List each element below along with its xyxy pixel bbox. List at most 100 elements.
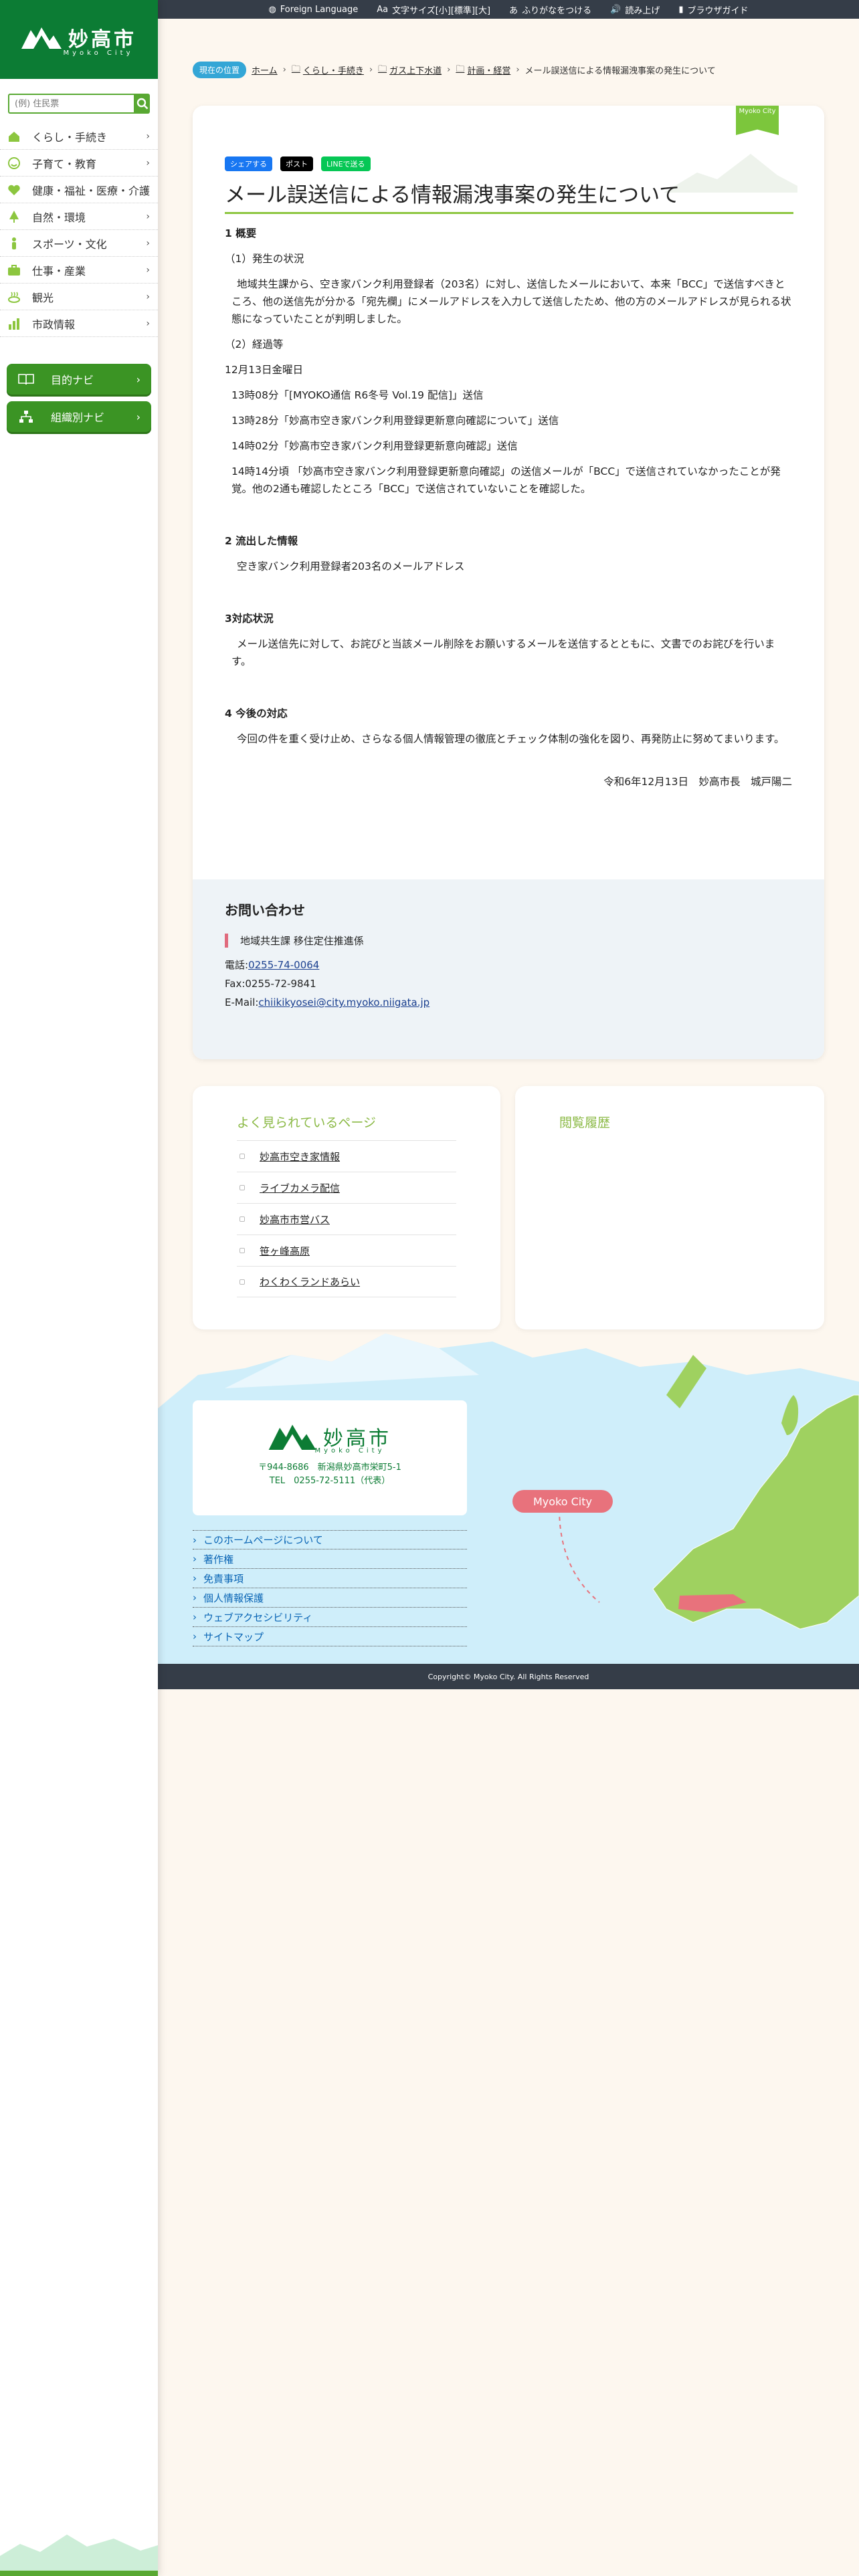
breadcrumb-separator: › (282, 65, 286, 75)
breadcrumb-here-label: 現在の位置 (193, 62, 247, 78)
list-item: ライブカメラ配信 (237, 1172, 456, 1203)
search-input[interactable] (8, 94, 135, 114)
furigana-toggle[interactable]: あふりがなをつける (509, 3, 591, 16)
chevron-right-icon: › (146, 291, 150, 302)
popular-link[interactable]: 妙高市市営バス (260, 1212, 330, 1226)
house-icon (7, 129, 21, 144)
popular-title: よく見られているページ (237, 1115, 377, 1130)
page-title: メール誤送信による情報漏洩事案の発生について (225, 178, 793, 214)
x-post-button[interactable]: ポスト (280, 156, 313, 171)
share-buttons: シェアする ポスト LINEで送る (225, 156, 371, 171)
chevron-right-icon: › (193, 1572, 197, 1584)
guide-icon: ▮ (678, 4, 684, 15)
breadcrumb-separator: › (369, 65, 373, 75)
footer-link[interactable]: › 個人情報保護 (193, 1588, 467, 1608)
chevron-right-icon: › (146, 237, 150, 249)
font-size-control[interactable]: Aa 文字サイズ[小][標準][大] (377, 3, 490, 16)
footer-link[interactable]: › 著作権 (193, 1549, 467, 1569)
myoko-city-flag: Myoko City (736, 106, 779, 135)
font-size-icon: Aa (377, 4, 389, 15)
line-share-button[interactable]: LINEで送る (321, 156, 371, 171)
subsection-heading: （2）経過等 (225, 338, 284, 350)
phone-link[interactable]: 0255-74-0064 (248, 959, 319, 971)
page-icon (240, 1279, 245, 1285)
menu-item-shizen[interactable]: 自然・環境 › (0, 203, 158, 230)
menu-item-kosodate[interactable]: 子育て・教育 › (0, 150, 158, 177)
folder-icon: 🗀 (456, 64, 465, 74)
list-item: 妙高市市営バス (237, 1203, 456, 1235)
map-city-tag: Myoko City (512, 1490, 613, 1513)
page-icon (240, 1154, 245, 1159)
menu-item-shisei[interactable]: 市政情報 › (0, 310, 158, 337)
tree-icon (7, 209, 21, 224)
date-line: 12月13日金曜日 (225, 364, 303, 376)
chevron-right-icon: › (146, 318, 150, 329)
search-button[interactable] (135, 94, 150, 114)
breadcrumb-kurashi[interactable]: 🗀 くらし・手続き (292, 63, 364, 78)
foreign-language-link[interactable]: ◍ Foreign Language (268, 5, 358, 15)
footer-link[interactable]: › 免責事項 (193, 1569, 467, 1588)
site-subname: Myoko City (63, 49, 134, 57)
section-heading: 1 概要 (225, 227, 257, 239)
chevron-right-icon: › (193, 1611, 197, 1623)
book-icon (17, 373, 35, 385)
main-menu: くらし・手続き › 子育て・教育 › 健康・福祉・医療・介護 自然・環境 › スポーツ… (0, 123, 158, 337)
signature-line: 令和6年12月13日 妙高市長 城戸陽二 (603, 776, 792, 788)
breadcrumb-plan[interactable]: 🗀 計画・経営 (456, 63, 510, 78)
globe-icon: ◍ (268, 4, 276, 15)
page-icon (240, 1185, 245, 1190)
chevron-right-icon: › (146, 211, 150, 222)
timeline-item: 14時02分「妙高市空き家バンク利用登録更新意向確認」送信 (231, 440, 518, 452)
section-heading: 3対応状況 (225, 613, 274, 625)
footer-link[interactable]: › サイトマップ (193, 1627, 467, 1646)
menu-item-kanko[interactable]: 観光 › (0, 284, 158, 310)
paragraph: 地域共生課から、空き家バンク利用登録者（203名）に対し、送信したメールにおいて… (231, 278, 791, 325)
onsen-icon (7, 290, 21, 304)
popular-link[interactable]: ライブカメラ配信 (260, 1181, 340, 1195)
org-navi-button[interactable]: 組織別ナビ › (7, 401, 151, 432)
browsing-history-panel: 閲覧履歴 (515, 1086, 824, 1329)
popular-pages-panel: よく見られているページ 妙高市空き家情報 ライブカメラ配信 妙高市市営バス 笹ヶ… (193, 1086, 500, 1329)
chevron-right-icon: › (193, 1533, 197, 1546)
contact-box: お問い合わせ 地域共生課 移住定住推進係 電話:0255-74-0064 Fax… (193, 879, 824, 1059)
chevron-right-icon: › (193, 1592, 197, 1604)
breadcrumb-current: メール誤送信による情報漏洩事案の発生について (524, 66, 716, 76)
popular-link[interactable]: わくわくランドあらい (260, 1275, 360, 1289)
history-title: 閲覧履歴 (559, 1115, 611, 1130)
subsection-heading: （1）発生の状況 (225, 253, 304, 265)
breadcrumb: 現在の位置 ホーム › 🗀 くらし・手続き › 🗀 ガス上下水道 › 🗀 計画・経営 … (193, 62, 795, 78)
contact-title: お問い合わせ (225, 902, 305, 918)
popular-link[interactable]: 笹ヶ峰高原 (260, 1244, 310, 1258)
menu-item-kenko[interactable]: 健康・福祉・医療・介護 (0, 177, 158, 203)
facebook-share-button[interactable]: シェアする (225, 156, 272, 171)
breadcrumb-home[interactable]: ホーム (252, 64, 278, 76)
purpose-navi-button[interactable]: 目的ナビ › (7, 364, 151, 395)
menu-item-kurashi[interactable]: くらし・手続き › (0, 123, 158, 150)
breadcrumb-gas-water[interactable]: 🗀 ガス上下水道 (378, 63, 442, 78)
timeline-item: 13時08分「[MYOKO通信 R6冬号 Vol.19 配信]」送信 (231, 389, 484, 401)
org-chart-icon (17, 410, 35, 423)
search-icon (136, 98, 149, 110)
mountain-logo-icon (21, 27, 62, 49)
footer-link[interactable]: › このホームページについて (193, 1530, 467, 1549)
browser-guide-link[interactable]: ▮ ブラウザガイド (678, 3, 748, 16)
list-item: わくわくランドあらい (237, 1266, 456, 1297)
menu-item-shigoto[interactable]: 仕事・産業 › (0, 257, 158, 284)
paragraph: メール送信先に対して、お詫びと当該メール削除をお願いするメールを送信するとともに… (231, 638, 775, 667)
bar-chart-icon (7, 316, 21, 331)
person-icon (7, 236, 21, 251)
copyright: Copyright© Myoko City. All Rights Reserv… (158, 1664, 859, 1689)
read-aloud-button[interactable]: 🔊 読み上げ (610, 3, 660, 16)
folder-icon: 🗀 (378, 64, 387, 74)
breadcrumb-separator: › (447, 65, 451, 75)
folder-icon: 🗀 (291, 64, 300, 74)
email-link[interactable]: chiikikyosei@city.myoko.niigata.jp (258, 996, 430, 1008)
popular-link[interactable]: 妙高市空き家情報 (260, 1150, 340, 1164)
menu-item-sports[interactable]: スポーツ・文化 › (0, 230, 158, 257)
footer: 妙高市 Myoko City 〒944-8686 新潟県妙高市栄町5-1 TEL… (158, 1328, 859, 1689)
mountain-logo-icon (268, 1424, 316, 1450)
site-logo[interactable]: 妙高市 Myoko City (0, 0, 158, 79)
footer-tel: TEL 0255-72-5111（代表） (269, 1476, 391, 1486)
footer-link[interactable]: › ウェブアクセシビリティ (193, 1608, 467, 1627)
footer-links: › このホームページについて › 著作権 › 免責事項 › 個人情報保護 › ウェブアクセ… (193, 1530, 467, 1646)
